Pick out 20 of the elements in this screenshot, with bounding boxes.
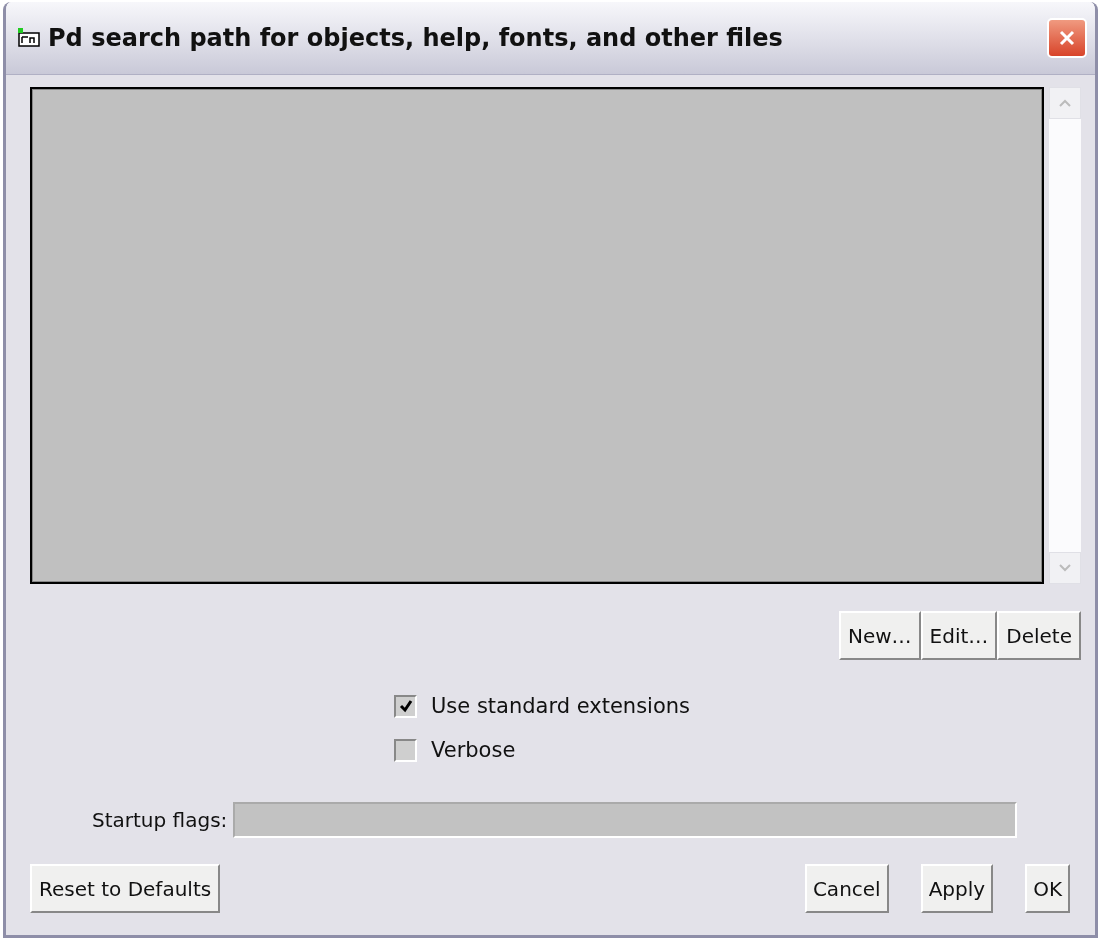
close-button[interactable]: [1047, 18, 1087, 58]
startup-flags-field[interactable]: [233, 802, 1018, 838]
path-button[interactable]: Edit…: [920, 611, 998, 660]
dialog-button[interactable]: OK: [1025, 864, 1070, 913]
dialog-button[interactable]: Apply: [920, 864, 994, 913]
checkbox[interactable]: [394, 694, 417, 718]
reset-button[interactable]: Reset to Defaults: [30, 864, 221, 913]
scrollbar[interactable]: [1049, 87, 1081, 584]
dialog-button[interactable]: Cancel: [804, 864, 889, 913]
scroll-up-button[interactable]: [1049, 87, 1081, 119]
checkbox-label: Use standard extensions: [431, 694, 691, 718]
field-label: Startup flags:: [92, 808, 228, 832]
checkbox[interactable]: [394, 738, 417, 762]
window-title: Pd search path for objects, help, fonts, and other files: [48, 24, 784, 52]
close-icon: [1057, 28, 1077, 48]
path-button[interactable]: New…: [838, 611, 921, 660]
app-icon: [18, 28, 42, 48]
scroll-down-button[interactable]: [1049, 552, 1081, 584]
checkbox-label: Verbose: [431, 738, 516, 762]
path-button[interactable]: Delete: [997, 611, 1081, 660]
